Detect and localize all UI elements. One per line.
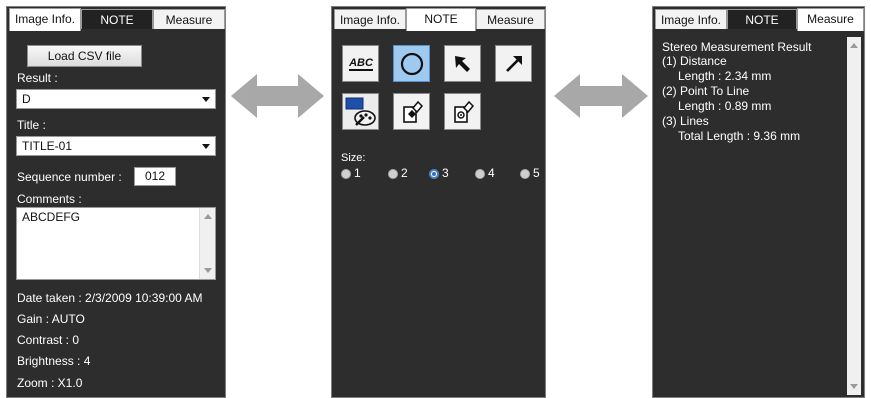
scroll-up-icon[interactable]: [204, 214, 212, 219]
ellipse-tool-icon: [400, 52, 423, 75]
abc-glyph: ABC: [348, 57, 374, 69]
result-label: Result :: [17, 71, 58, 85]
note-panel: Image Info. NOTE Measure ABC Size: 1 2 3…: [331, 6, 546, 398]
sequence-number-input[interactable]: 012: [134, 167, 176, 186]
eraser-all-button[interactable]: [444, 93, 481, 130]
result-line-title: Stereo Measurement Result: [662, 40, 812, 54]
eraser-all-icon: [453, 100, 474, 123]
image-info-panel: Image Info. NOTE Measure Load CSV file R…: [6, 6, 226, 398]
tab-bar: Image Info. NOTE Measure: [7, 7, 225, 31]
load-csv-button[interactable]: Load CSV file: [27, 45, 142, 67]
size-radio-3-label: 3: [442, 166, 449, 180]
chevron-down-icon: [202, 97, 210, 102]
size-radio-3[interactable]: [429, 169, 439, 179]
date-taken: Date taken : 2/3/2009 10:39:00 AM: [17, 291, 203, 305]
tab-measure[interactable]: Measure: [153, 9, 225, 29]
title-label: Title :: [17, 118, 46, 132]
arrow-tool-button[interactable]: [444, 45, 481, 82]
tab-measure[interactable]: Measure: [476, 9, 545, 29]
scroll-down-icon[interactable]: [850, 384, 858, 389]
result-scrollbar[interactable]: [847, 37, 861, 395]
tab-bar: Image Info. NOTE Measure: [332, 7, 545, 31]
text-tool-button[interactable]: ABC: [342, 45, 379, 82]
comments-scrollbar[interactable]: [199, 208, 215, 279]
tab-bar: Image Info. NOTE Measure: [653, 7, 864, 31]
tab-note[interactable]: NOTE: [81, 9, 153, 29]
size-radio-4[interactable]: [475, 169, 485, 179]
brightness-info: Brightness : 4: [17, 354, 91, 368]
comments-textarea[interactable]: ABCDEFG: [16, 207, 216, 280]
result-value: D: [22, 92, 31, 106]
text-tool-icon: ABC: [348, 57, 374, 71]
color-palette-button[interactable]: [342, 93, 379, 130]
tab-image-info[interactable]: Image Info.: [334, 9, 406, 29]
result-line-total-length: Total Length : 9.36 mm: [678, 129, 801, 143]
measure-panel: Image Info. NOTE Measure Stereo Measurem…: [652, 6, 865, 398]
size-radio-5[interactable]: [520, 169, 530, 179]
title-select[interactable]: TITLE-01: [16, 136, 216, 156]
color-palette-icon: [345, 97, 376, 126]
size-radio-5-label: 5: [533, 166, 540, 180]
result-line-point-to-line-length: Length : 0.89 mm: [678, 99, 772, 113]
tab-image-info[interactable]: Image Info.: [9, 8, 81, 31]
sequence-label: Sequence number :: [17, 170, 122, 184]
result-line-point-to-line: (2) Point To Line: [662, 84, 750, 98]
comments-value: ABCDEFG: [22, 210, 81, 224]
size-label: Size:: [341, 152, 366, 164]
comments-label: Comments :: [17, 192, 82, 206]
size-radio-1-label: 1: [354, 166, 361, 180]
tab-measure[interactable]: Measure: [797, 8, 864, 31]
size-radio-2[interactable]: [388, 169, 398, 179]
result-line-distance: (1) Distance: [662, 54, 727, 68]
scroll-down-icon[interactable]: [204, 268, 212, 273]
arrow-tool-icon: [454, 55, 470, 72]
result-line-lines: (3) Lines: [662, 114, 709, 128]
result-select[interactable]: D: [16, 89, 216, 109]
eraser-icon: [402, 100, 423, 123]
title-value: TITLE-01: [22, 139, 73, 153]
arrow-line-tool-icon: [505, 55, 522, 72]
zoom-info: Zoom : X1.0: [17, 376, 83, 390]
gain-info: Gain : AUTO: [17, 312, 85, 326]
tab-image-info[interactable]: Image Info.: [655, 9, 727, 29]
scroll-up-icon[interactable]: [850, 43, 858, 48]
arrow-line-tool-button[interactable]: [495, 45, 532, 82]
ellipse-tool-button[interactable]: [393, 45, 430, 82]
result-line-distance-length: Length : 2.34 mm: [678, 69, 772, 83]
double-arrow-icon: [554, 74, 648, 118]
double-arrow-icon: [231, 74, 324, 118]
tab-note[interactable]: NOTE: [406, 8, 476, 31]
size-radio-2-label: 2: [401, 166, 408, 180]
chevron-down-icon: [202, 144, 210, 149]
tab-note[interactable]: NOTE: [727, 9, 797, 29]
size-radio-1[interactable]: [341, 169, 351, 179]
contrast-info: Contrast : 0: [17, 333, 80, 347]
size-radio-4-label: 4: [488, 166, 495, 180]
eraser-button[interactable]: [393, 93, 430, 130]
